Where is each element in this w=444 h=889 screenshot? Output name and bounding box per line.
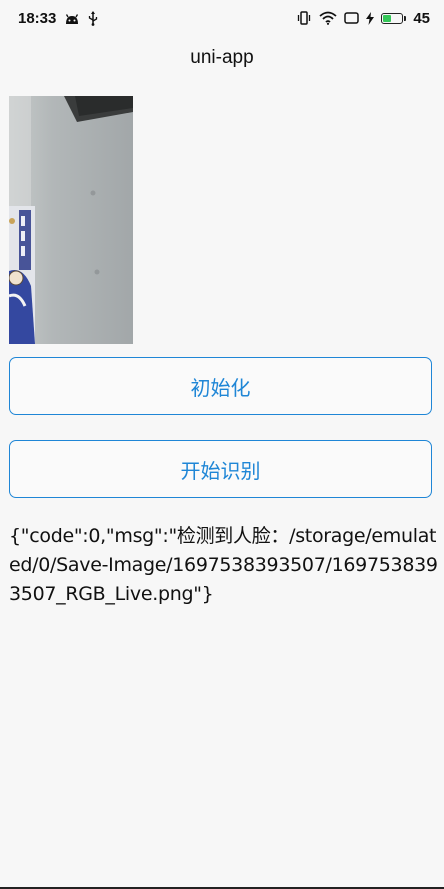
init-button[interactable]: 初始化: [9, 357, 432, 415]
page-title: uni-app: [190, 47, 254, 68]
start-recognition-button-label: 开始识别: [180, 458, 261, 483]
vibrate-icon: [296, 11, 312, 25]
camera-preview: [9, 96, 133, 344]
start-recognition-button[interactable]: 开始识别: [9, 440, 432, 498]
battery-level: 45: [413, 9, 430, 27]
battery-icon: [381, 12, 407, 24]
usb-icon: [88, 10, 98, 26]
init-button-label: 初始化: [190, 375, 251, 400]
status-right: 45: [296, 10, 430, 27]
android-icon: [64, 12, 80, 25]
charging-icon: [366, 11, 375, 25]
result-text: {"code":0,"msg":"检测到人脸：/storage/emulated…: [9, 525, 438, 605]
status-left: 18:33: [18, 10, 98, 27]
status-time: 18:33: [18, 9, 57, 27]
wifi-icon: [319, 11, 337, 25]
nav-bar: uni-app: [0, 36, 444, 80]
status-bar: 18:33 45: [0, 0, 444, 36]
screen-icon: [344, 12, 360, 24]
